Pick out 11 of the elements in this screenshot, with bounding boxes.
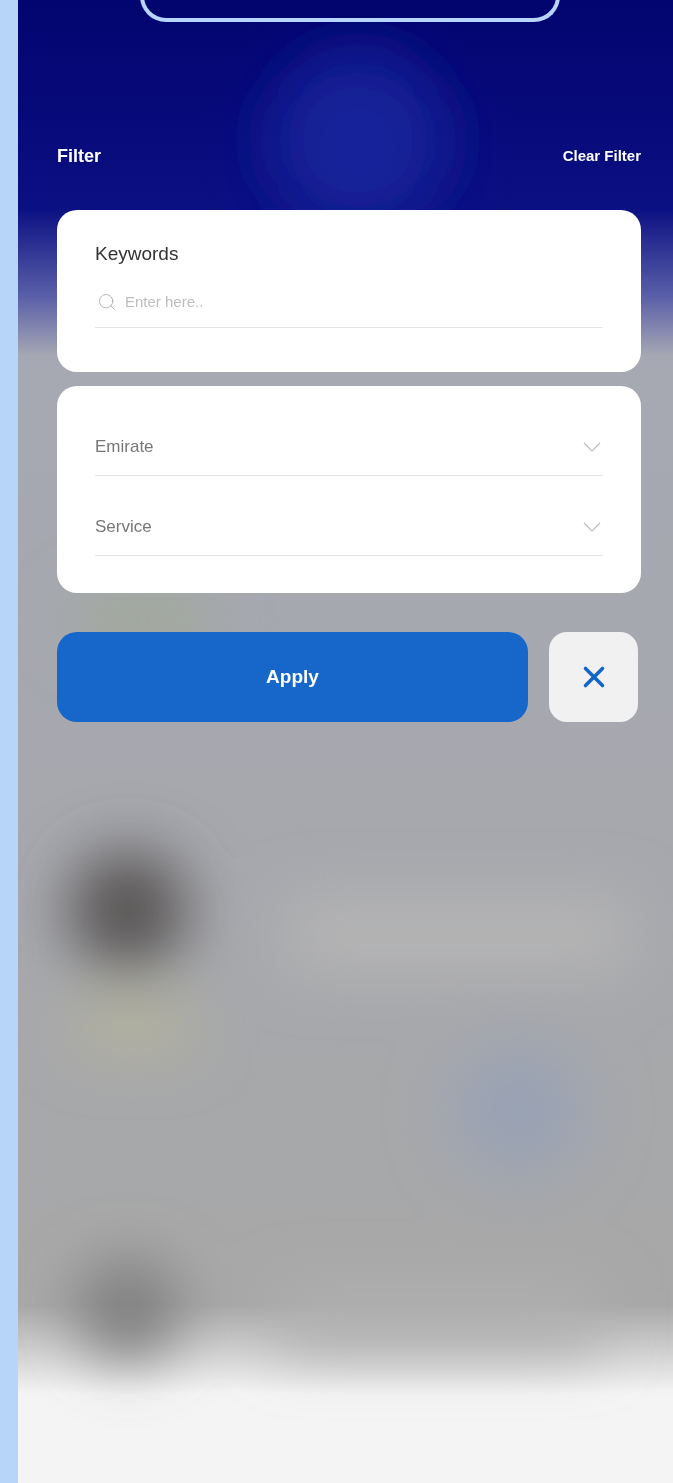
apply-button[interactable]: Apply <box>57 632 528 722</box>
clear-filter-button[interactable]: Clear Filter <box>562 145 641 168</box>
dropdown-field[interactable]: Service <box>95 506 603 556</box>
search-field[interactable]: Enter here.. <box>125 290 603 313</box>
chevron-icon <box>583 441 601 452</box>
filter-title: Filter <box>57 145 101 168</box>
keywords-label: Keywords <box>95 242 180 266</box>
dropdown-field[interactable]: Emirate <box>95 426 603 476</box>
search-icon <box>97 291 117 312</box>
chevron-icon <box>583 521 601 532</box>
close-button[interactable] <box>549 632 638 722</box>
